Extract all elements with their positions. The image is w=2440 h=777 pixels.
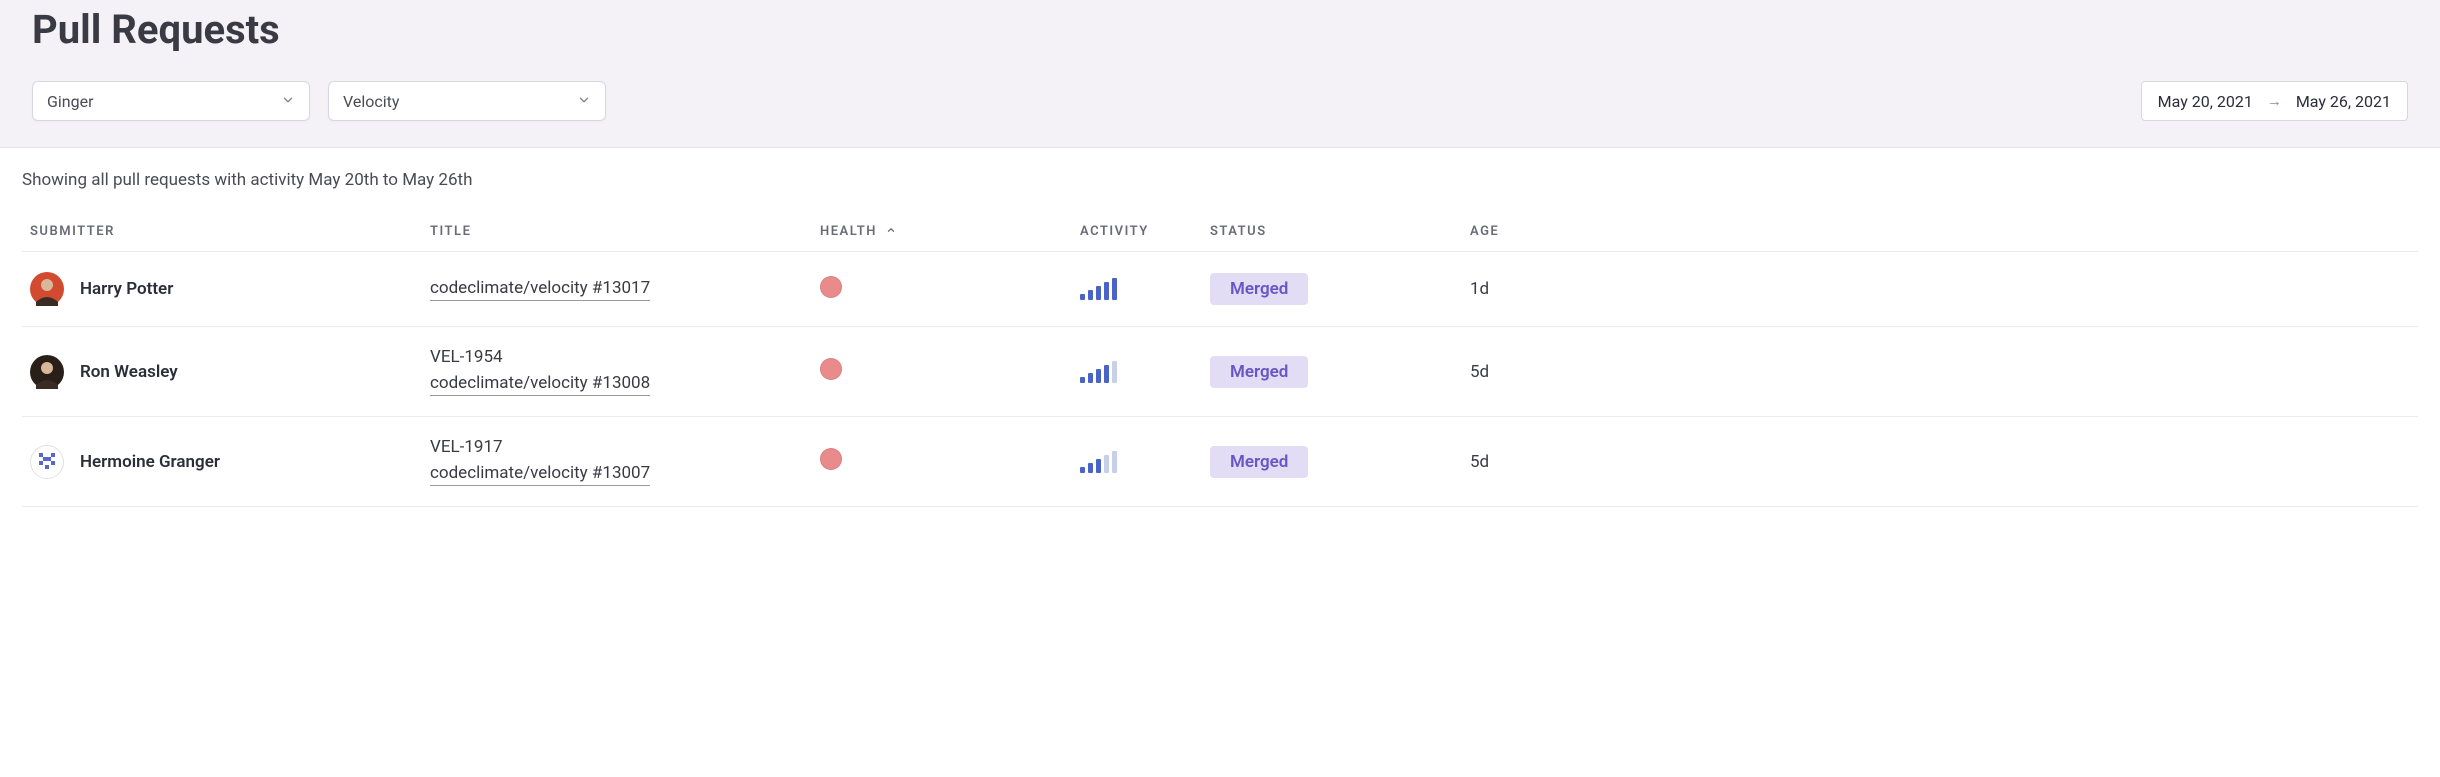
header-section: Pull Requests Ginger Velocity May 20, 20… bbox=[0, 0, 2440, 148]
controls-row: Ginger Velocity May 20, 2021 → May 26, 2… bbox=[32, 81, 2408, 121]
submitter-name: Hermoine Granger bbox=[80, 452, 220, 472]
col-header-age[interactable]: AGE bbox=[1462, 210, 2418, 252]
arrow-right-icon: → bbox=[2267, 92, 2282, 110]
health-indicator-icon bbox=[820, 448, 842, 470]
activity-bar bbox=[1080, 377, 1085, 383]
repo-select[interactable]: Velocity bbox=[328, 81, 606, 121]
col-header-status[interactable]: STATUS bbox=[1202, 210, 1462, 252]
pr-link[interactable]: codeclimate/velocity #13007 bbox=[430, 463, 650, 486]
activity-bars-icon bbox=[1080, 451, 1194, 473]
activity-bar bbox=[1096, 459, 1101, 473]
date-range-picker[interactable]: May 20, 2021 → May 26, 2021 bbox=[2141, 81, 2408, 121]
title-stack: codeclimate/velocity #13017 bbox=[430, 278, 804, 301]
health-indicator-icon bbox=[820, 276, 842, 298]
pr-issue-ref: VEL-1954 bbox=[430, 347, 503, 369]
age-cell: 5d bbox=[1462, 417, 2418, 507]
repo-select-value: Velocity bbox=[343, 92, 399, 111]
date-range-start: May 20, 2021 bbox=[2158, 92, 2253, 111]
status-badge: Merged bbox=[1210, 446, 1308, 478]
pull-requests-table: SUBMITTER TITLE HEALTH ACTIVITY STATUS A… bbox=[22, 210, 2418, 507]
activity-bar bbox=[1096, 286, 1101, 300]
summary-text: Showing all pull requests with activity … bbox=[0, 148, 2440, 200]
activity-bar bbox=[1112, 361, 1117, 383]
pr-link[interactable]: codeclimate/velocity #13017 bbox=[430, 278, 650, 301]
chevron-down-icon bbox=[577, 92, 591, 111]
submitter-cell: Hermoine Granger bbox=[30, 445, 414, 479]
submitter-name: Harry Potter bbox=[80, 279, 173, 299]
title-stack: VEL-1917 codeclimate/velocity #13007 bbox=[430, 437, 804, 486]
title-stack: VEL-1954 codeclimate/velocity #13008 bbox=[430, 347, 804, 396]
activity-bars-icon bbox=[1080, 278, 1194, 300]
activity-bars-icon bbox=[1080, 361, 1194, 383]
page-title: Pull Requests bbox=[32, 0, 2408, 53]
submitter-cell: Ron Weasley bbox=[30, 355, 414, 389]
activity-bar bbox=[1112, 451, 1117, 473]
avatar bbox=[30, 445, 64, 479]
table-header-row: SUBMITTER TITLE HEALTH ACTIVITY STATUS A… bbox=[22, 210, 2418, 252]
status-badge: Merged bbox=[1210, 273, 1308, 305]
col-header-health-label: HEALTH bbox=[820, 224, 877, 239]
org-select[interactable]: Ginger bbox=[32, 81, 310, 121]
activity-bar bbox=[1080, 467, 1085, 473]
avatar bbox=[30, 355, 64, 389]
activity-bar bbox=[1104, 282, 1109, 300]
activity-bar bbox=[1088, 290, 1093, 300]
col-header-submitter[interactable]: SUBMITTER bbox=[22, 210, 422, 252]
avatar bbox=[30, 272, 64, 306]
pr-link[interactable]: codeclimate/velocity #13008 bbox=[430, 373, 650, 396]
activity-bar bbox=[1088, 373, 1093, 383]
health-indicator-icon bbox=[820, 358, 842, 380]
col-header-health[interactable]: HEALTH bbox=[812, 210, 1072, 252]
org-select-value: Ginger bbox=[47, 92, 94, 111]
status-badge: Merged bbox=[1210, 356, 1308, 388]
col-header-activity[interactable]: ACTIVITY bbox=[1072, 210, 1202, 252]
activity-bar bbox=[1080, 294, 1085, 300]
date-range-end: May 26, 2021 bbox=[2296, 92, 2391, 111]
sort-ascending-icon bbox=[886, 224, 896, 239]
activity-bar bbox=[1112, 278, 1117, 300]
table-row: Ron Weasley VEL-1954 codeclimate/velocity … bbox=[22, 327, 2418, 417]
age-cell: 1d bbox=[1462, 252, 2418, 327]
table-row: Hermoine Granger VEL-1917 codeclimate/velo… bbox=[22, 417, 2418, 507]
chevron-down-icon bbox=[281, 92, 295, 111]
activity-bar bbox=[1104, 365, 1109, 383]
activity-bar bbox=[1096, 369, 1101, 383]
age-cell: 5d bbox=[1462, 327, 2418, 417]
activity-bar bbox=[1088, 463, 1093, 473]
table-row: Harry Potter codeclimate/velocity #13017 M… bbox=[22, 252, 2418, 327]
submitter-name: Ron Weasley bbox=[80, 362, 178, 382]
activity-bar bbox=[1104, 455, 1109, 473]
col-header-title[interactable]: TITLE bbox=[422, 210, 812, 252]
submitter-cell: Harry Potter bbox=[30, 272, 414, 306]
pr-issue-ref: VEL-1917 bbox=[430, 437, 503, 459]
